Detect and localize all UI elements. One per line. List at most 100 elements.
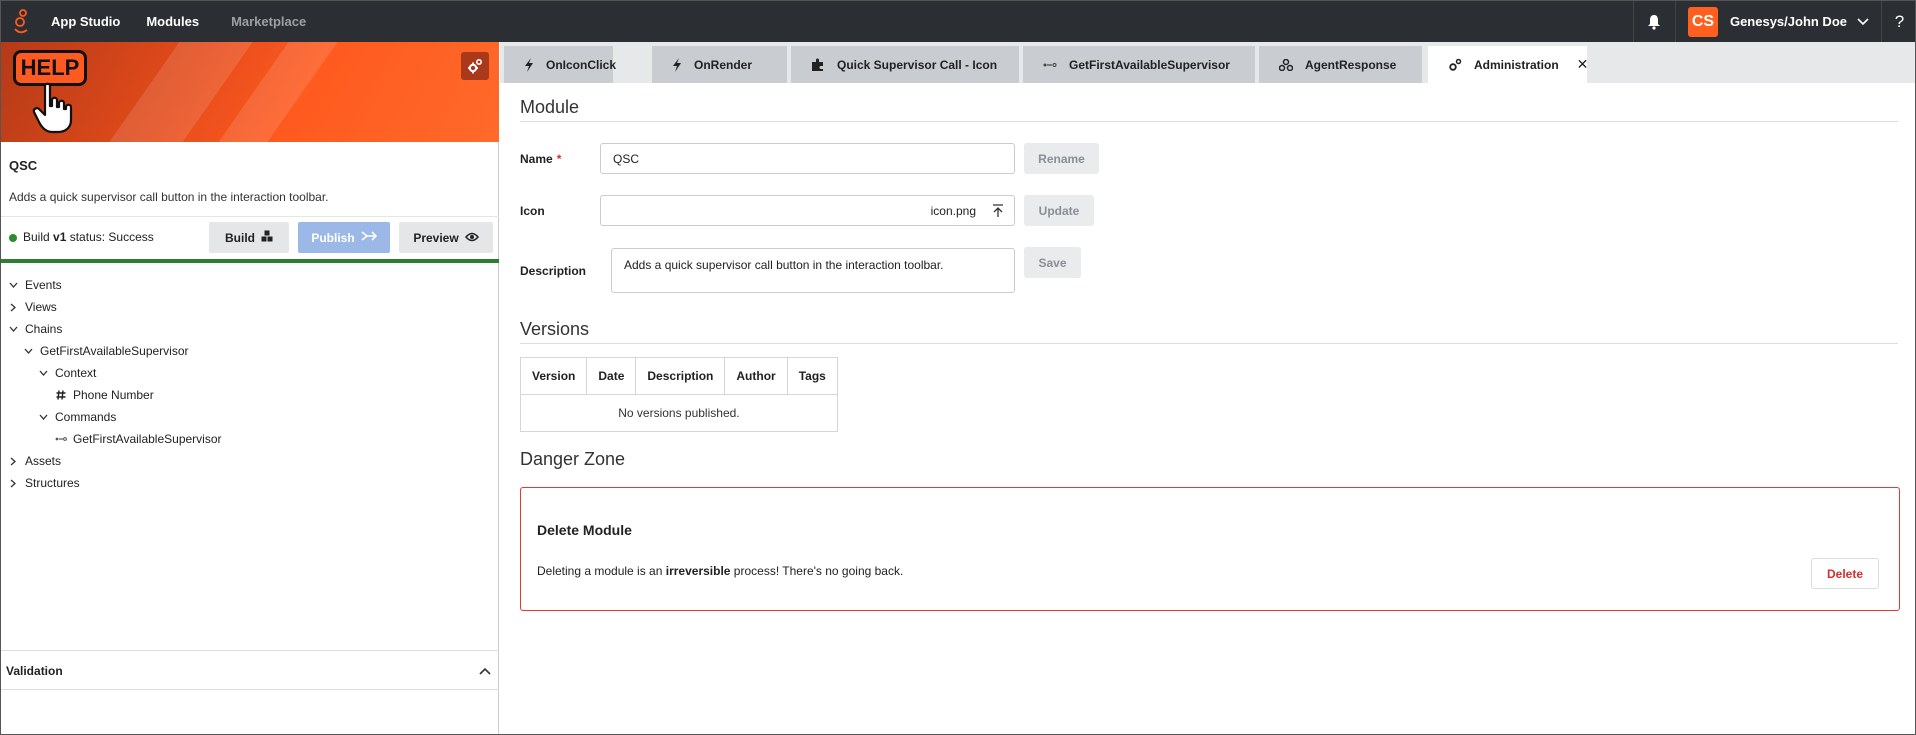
- tree-item-assets[interactable]: Assets: [7, 451, 61, 471]
- column-header-version[interactable]: Version: [519, 357, 588, 395]
- command-node-icon: [1043, 62, 1057, 68]
- help-badge: HELP: [13, 50, 87, 86]
- tree-label: Events: [25, 278, 62, 292]
- icon-field-label: Icon: [520, 204, 545, 218]
- lightning-icon: [524, 57, 534, 72]
- editor-tab-bar: OnIconClick OnRender Quick Supervisor Ca…: [500, 42, 1915, 83]
- warning-part: Deleting a module is an: [537, 564, 666, 578]
- tab-label: Administration: [1474, 57, 1559, 72]
- tree-item-chain[interactable]: GetFirstAvailableSupervisor: [22, 341, 189, 361]
- table-row: No versions published.: [520, 394, 838, 432]
- user-name: Genesys/John Doe: [1729, 14, 1847, 29]
- app-window: App Studio Modules Marketplace CS Genesy…: [0, 0, 1916, 735]
- icon-file-input[interactable]: icon.png: [600, 195, 1015, 226]
- module-name-heading: QSC: [9, 158, 38, 173]
- tree-label: Context: [55, 366, 97, 380]
- validation-label: Validation: [6, 664, 63, 678]
- chevron-down-icon[interactable]: [22, 348, 34, 354]
- tab-getfirstavailablesupervisor[interactable]: GetFirstAvailableSupervisor: [1023, 46, 1255, 83]
- tab-quick-supervisor-call-icon[interactable]: Quick Supervisor Call - Icon: [791, 46, 1019, 83]
- name-field-label: Name *: [520, 152, 561, 166]
- module-name-input[interactable]: QSC: [600, 143, 1015, 174]
- tree-item-phone-number[interactable]: Phone Number: [55, 385, 154, 405]
- tab-label: Quick Supervisor Call - Icon: [837, 57, 998, 72]
- section-divider: [520, 343, 1898, 344]
- build-version: v1: [53, 230, 67, 244]
- tree-label: Assets: [25, 454, 62, 468]
- tree-label: GetFirstAvailableSupervisor: [40, 344, 189, 358]
- chevron-down-icon[interactable]: [7, 282, 19, 288]
- warning-part: process! There's no going back.: [730, 564, 904, 578]
- avatar: CS: [1687, 6, 1718, 37]
- column-header-author[interactable]: Author: [724, 357, 788, 395]
- user-menu[interactable]: CS Genesys/John Doe: [1674, 1, 1881, 42]
- administration-panel: Module Name * QSC Rename Icon icon.png Up…: [500, 83, 1915, 734]
- validation-panel-header[interactable]: Validation: [1, 650, 499, 690]
- tab-administration[interactable]: Administration ✕: [1428, 46, 1589, 83]
- publish-button[interactable]: Publish: [298, 222, 390, 253]
- pointing-hand-icon: [31, 82, 75, 141]
- build-button-label: Build: [225, 230, 255, 245]
- tree-label: Commands: [55, 410, 117, 424]
- app-title[interactable]: App Studio: [51, 14, 120, 29]
- nav-modules[interactable]: Modules: [146, 14, 199, 29]
- chevron-up-icon[interactable]: [479, 663, 491, 678]
- chevron-right-icon[interactable]: [7, 479, 19, 488]
- publish-button-label: Publish: [311, 230, 355, 245]
- rename-button[interactable]: Rename: [1024, 143, 1099, 174]
- description-field-label: Description: [520, 264, 587, 278]
- build-button[interactable]: Build: [209, 222, 289, 253]
- notifications-bell-icon[interactable]: [1632, 1, 1675, 42]
- close-icon[interactable]: ✕: [1577, 56, 1589, 73]
- publish-arrow-icon: [361, 230, 377, 245]
- hash-icon: [55, 390, 67, 400]
- chevron-down-icon[interactable]: [37, 370, 49, 376]
- tab-label: AgentResponse: [1305, 57, 1397, 72]
- tree-item-chains[interactable]: Chains: [7, 319, 62, 339]
- delete-module-heading: Delete Module: [537, 522, 632, 538]
- upload-icon[interactable]: [992, 204, 1004, 221]
- puzzle-icon: [811, 58, 825, 72]
- chevron-down-icon[interactable]: [37, 414, 49, 420]
- tree-item-structures[interactable]: Structures: [7, 473, 80, 493]
- delete-button[interactable]: Delete: [1811, 558, 1879, 589]
- chevron-right-icon[interactable]: [7, 303, 19, 312]
- nav-marketplace[interactable]: Marketplace: [231, 14, 306, 29]
- help-icon[interactable]: ?: [1881, 1, 1915, 42]
- chevron-right-icon[interactable]: [7, 457, 19, 466]
- icon-filename: icon.png: [930, 203, 976, 218]
- tree-item-views[interactable]: Views: [7, 297, 57, 317]
- cubes-icon: [261, 230, 273, 245]
- build-success-dot-icon: [9, 234, 17, 242]
- build-status-text: Build v1 status: Success: [23, 230, 154, 244]
- section-divider: [520, 121, 1898, 122]
- empty-versions-message: No versions published.: [520, 394, 838, 432]
- tree-label: Chains: [25, 322, 63, 336]
- update-button[interactable]: Update: [1024, 195, 1094, 226]
- build-status-row: Build v1 status: Success Build Publish P…: [1, 216, 499, 256]
- delete-warning-text: Deleting a module is an irreversible pro…: [537, 564, 903, 578]
- tab-label: OnRender: [694, 57, 753, 72]
- tab-onrender[interactable]: OnRender: [652, 46, 787, 83]
- column-header-description[interactable]: Description: [635, 357, 726, 395]
- command-node-icon: [55, 436, 67, 442]
- genesys-logo-icon[interactable]: [11, 8, 33, 35]
- chevron-down-icon: [1857, 14, 1869, 29]
- description-textarea[interactable]: Adds a quick supervisor call button in t…: [611, 248, 1015, 293]
- module-settings-gear-icon[interactable]: [461, 52, 489, 80]
- tab-oniconclick[interactable]: OnIconClick: [504, 46, 616, 83]
- tree-item-context[interactable]: Context: [37, 363, 96, 383]
- save-button[interactable]: Save: [1024, 247, 1081, 278]
- danger-zone-title: Danger Zone: [520, 449, 626, 469]
- column-header-tags[interactable]: Tags: [786, 357, 838, 395]
- cubes-icon: [1279, 58, 1293, 71]
- tree-item-commands[interactable]: Commands: [37, 407, 116, 427]
- preview-button[interactable]: Preview: [399, 222, 493, 253]
- tree-item-command[interactable]: GetFirstAvailableSupervisor: [55, 429, 222, 449]
- tab-agentresponse[interactable]: AgentResponse: [1259, 46, 1422, 83]
- tree-item-events[interactable]: Events: [7, 275, 62, 295]
- chevron-down-icon[interactable]: [7, 326, 19, 332]
- tab-label: GetFirstAvailableSupervisor: [1069, 57, 1230, 72]
- tree-label: Structures: [25, 476, 80, 490]
- column-header-date[interactable]: Date: [586, 357, 637, 395]
